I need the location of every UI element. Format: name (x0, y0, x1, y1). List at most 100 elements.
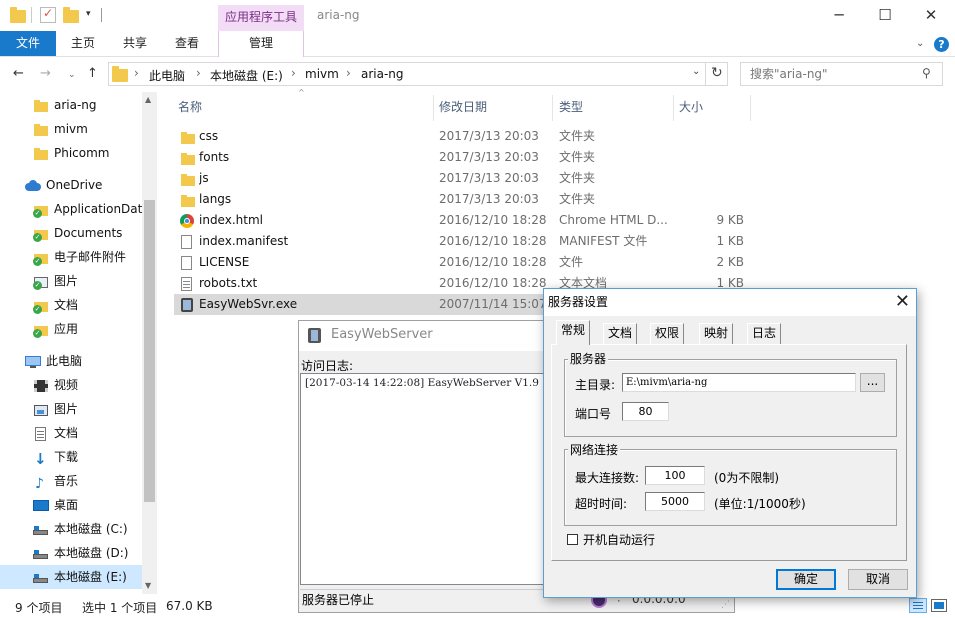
nav-scroll-thumb[interactable] (144, 200, 155, 502)
column-separator[interactable] (552, 95, 553, 121)
drive-icon (33, 522, 48, 536)
breadcrumb-aria-ng[interactable]: aria-ng (361, 67, 404, 81)
nav-item-label: 下载 (54, 450, 79, 464)
file-row[interactable]: index.manifest 2016/12/10 18:28 MANIFEST 文… (174, 231, 751, 252)
large-icons-view-icon[interactable] (931, 599, 947, 612)
file-icon (180, 235, 194, 249)
tab-manage[interactable]: 管理 (218, 31, 304, 57)
chevron-right-icon[interactable]: › (134, 66, 139, 80)
nav-item-11[interactable]: 视频 (0, 373, 142, 397)
column-separator[interactable] (750, 95, 751, 121)
nav-item-2[interactable]: Phicomm (0, 141, 142, 165)
nav-item-18[interactable]: 本地磁盘 (D:) (0, 541, 142, 565)
properties-icon[interactable]: ✓ (40, 6, 56, 23)
nav-item-5[interactable]: ✓ Documents (0, 221, 142, 245)
chevron-down-icon[interactable]: ⌄ (916, 38, 924, 49)
file-name: fonts (199, 150, 230, 164)
file-date: 2016/12/10 18:28 (439, 276, 547, 290)
tab-view[interactable]: 查看 (166, 31, 208, 56)
port-field[interactable]: 80 (622, 402, 669, 421)
address-dropdown-icon[interactable]: ⌄ (692, 66, 700, 77)
nav-item-8[interactable]: ✓ 文档 (0, 293, 142, 317)
column-separator[interactable] (673, 95, 674, 121)
new-folder-icon[interactable] (63, 7, 79, 23)
breadcrumb-drive-e[interactable]: 本地磁盘 (E:) (210, 67, 283, 84)
column-header-size[interactable]: 大小 (679, 98, 703, 115)
file-row[interactable]: LICENSE 2016/12/10 18:28 文件 2 KB (174, 252, 751, 273)
file-name: langs (199, 192, 232, 206)
tab-mapping[interactable]: 映射 (699, 323, 734, 344)
nav-item-12[interactable]: 图片 (0, 397, 142, 421)
timeout-field[interactable]: 5000 (645, 492, 705, 511)
cancel-button[interactable]: 取消 (848, 569, 908, 590)
column-header-name[interactable]: 名称 (178, 98, 202, 115)
file-row[interactable]: index.html 2016/12/10 18:28 Chrome HTML D.… (174, 210, 751, 231)
chevron-right-icon[interactable]: › (196, 66, 201, 80)
nav-item-0[interactable]: aria-ng (0, 93, 142, 117)
nav-item-7[interactable]: ✓ 图片 (0, 269, 142, 293)
nav-item-9[interactable]: ✓ 应用 (0, 317, 142, 341)
file-row[interactable]: js 2017/3/13 20:03 文件夹 (174, 168, 751, 189)
computer-icon (25, 354, 41, 368)
address-bar[interactable] (108, 62, 728, 86)
tab-log[interactable]: 日志 (747, 323, 782, 344)
chevron-right-icon[interactable]: › (291, 66, 296, 80)
scroll-down-icon[interactable]: ▼ (145, 581, 151, 590)
file-type: 文件夹 (559, 192, 596, 206)
nav-item-6[interactable]: ✓ 电子邮件附件 (0, 245, 142, 269)
ok-button[interactable]: 确定 (776, 569, 836, 590)
forward-arrow-icon[interactable]: → (40, 66, 51, 81)
help-icon[interactable]: ? (934, 37, 949, 52)
folder-icon (112, 66, 128, 82)
max-connections-field[interactable]: 100 (645, 466, 705, 485)
file-row[interactable]: fonts 2017/3/13 20:03 文件夹 (174, 147, 751, 168)
column-separator[interactable] (433, 95, 434, 121)
search-input[interactable]: 搜索"aria-ng" (740, 62, 943, 86)
nav-item-3[interactable]: OneDrive (0, 173, 142, 197)
breadcrumb-mivm[interactable]: mivm (305, 67, 339, 81)
refresh-icon[interactable]: ↻ (711, 65, 723, 81)
chevron-right-icon[interactable]: › (346, 66, 351, 80)
column-header-type[interactable]: 类型 (559, 98, 583, 115)
nav-item-15[interactable]: ♪ 音乐 (0, 469, 142, 493)
nav-item-19[interactable]: 本地磁盘 (E:) (0, 565, 142, 589)
nav-item-label: OneDrive (46, 178, 103, 192)
recent-locations-icon[interactable]: ⌄ (68, 70, 76, 80)
maximize-button[interactable]: ☐ (862, 0, 908, 31)
nav-item-label: ApplicationData (54, 202, 142, 216)
dialog-close-icon[interactable]: ✕ (895, 291, 910, 312)
tab-file[interactable]: 文件 (0, 31, 56, 56)
tab-home[interactable]: 主页 (62, 31, 104, 56)
nav-item-10[interactable]: 此电脑 (0, 349, 142, 373)
nav-item-17[interactable]: 本地磁盘 (C:) (0, 517, 142, 541)
breadcrumb-this-pc[interactable]: 此电脑 (149, 67, 185, 84)
nav-item-14[interactable]: ↓ 下载 (0, 445, 142, 469)
nav-item-4[interactable]: ✓ ApplicationData (0, 197, 142, 221)
nav-item-16[interactable]: 桌面 (0, 493, 142, 517)
tab-documents[interactable]: 文档 (603, 323, 638, 344)
scroll-up-icon[interactable]: ▲ (145, 95, 151, 104)
browse-button[interactable]: ... (860, 373, 885, 392)
customize-quick-access-icon[interactable]: ▾ (86, 9, 91, 19)
nav-item-13[interactable]: 文档 (0, 421, 142, 445)
tab-general[interactable]: 常规 (556, 320, 591, 345)
up-arrow-icon[interactable]: ↑ (87, 66, 98, 81)
tab-share[interactable]: 共享 (114, 31, 156, 56)
file-row[interactable]: langs 2017/3/13 20:03 文件夹 (174, 189, 751, 210)
close-button[interactable]: ✕ (908, 0, 954, 31)
file-date: 2016/12/10 18:28 (439, 255, 547, 269)
divider (31, 7, 32, 23)
back-arrow-icon[interactable]: ← (13, 66, 24, 81)
minimize-button[interactable]: ─ (816, 0, 862, 31)
resize-grip-icon[interactable]: ⋰ (721, 600, 730, 610)
root-dir-field[interactable]: E:\mivm\aria-ng (622, 373, 856, 392)
file-type: 文件夹 (559, 150, 596, 164)
tab-permissions[interactable]: 权限 (650, 323, 685, 344)
autorun-checkbox[interactable] (567, 534, 578, 545)
file-date: 2017/3/13 20:03 (439, 171, 539, 185)
column-header-date[interactable]: 修改日期 (439, 98, 487, 115)
nav-item-label: Documents (54, 226, 123, 240)
details-view-icon[interactable] (909, 598, 927, 613)
nav-item-1[interactable]: mivm (0, 117, 142, 141)
file-row[interactable]: css 2017/3/13 20:03 文件夹 (174, 126, 751, 147)
